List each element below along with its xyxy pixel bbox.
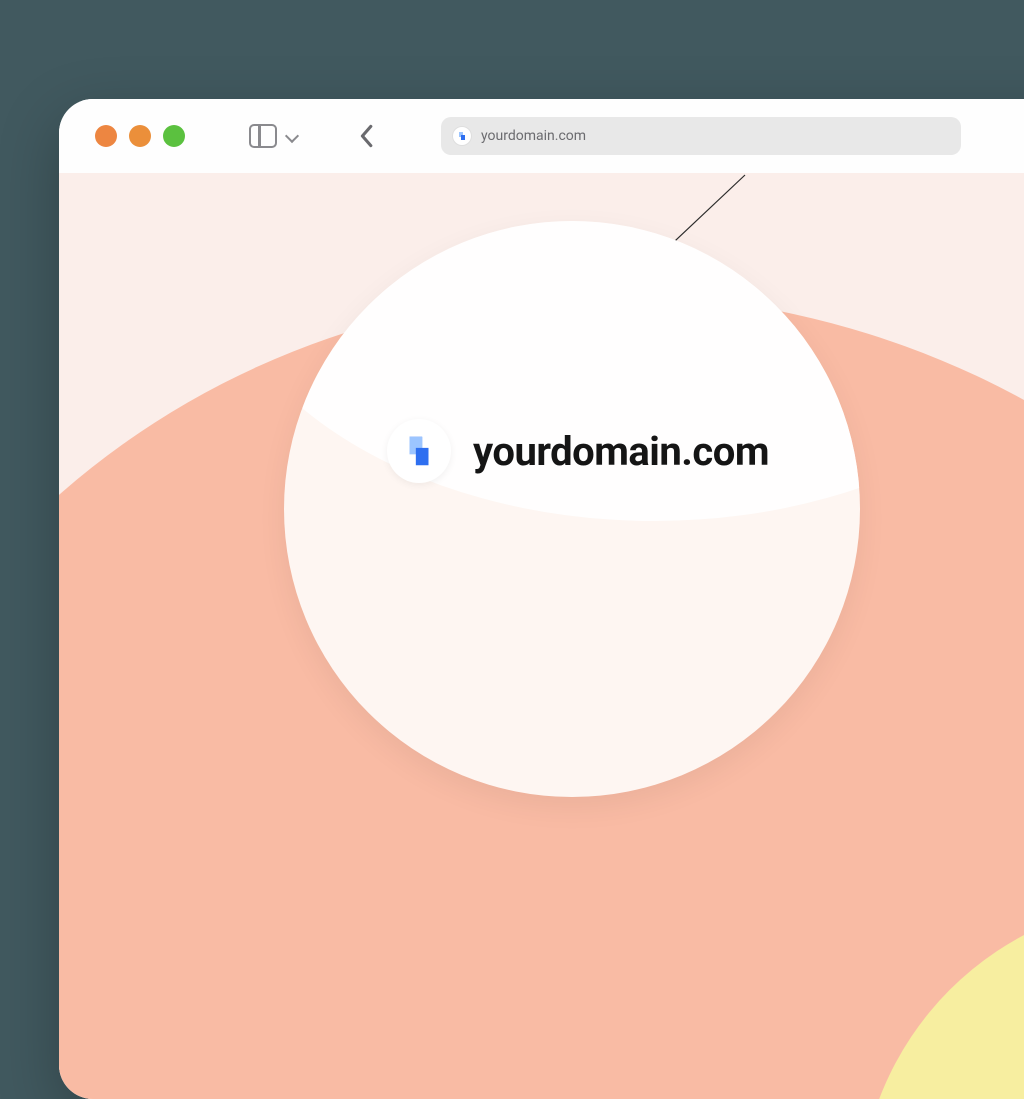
- close-window-button[interactable]: [95, 125, 117, 147]
- callout-domain-text: yourdomain.com: [473, 428, 769, 475]
- address-bar-url: yourdomain.com: [481, 128, 586, 144]
- sidebar-toggle-group[interactable]: [241, 116, 309, 156]
- address-bar[interactable]: yourdomain.com: [441, 117, 961, 155]
- window-controls: [95, 125, 185, 147]
- browser-window: yourdomain.com yourdomain.com: [59, 99, 1024, 1099]
- chevron-left-icon: [358, 124, 374, 148]
- favicon-icon: [453, 127, 471, 145]
- page-content: yourdomain.com: [59, 173, 1024, 1099]
- minimize-window-button[interactable]: [129, 125, 151, 147]
- maximize-window-button[interactable]: [163, 125, 185, 147]
- browser-toolbar: yourdomain.com: [59, 99, 1024, 173]
- chevron-down-icon: [285, 129, 299, 143]
- magnified-callout: yourdomain.com: [284, 221, 860, 797]
- favicon-large-icon: [387, 419, 451, 483]
- sidebar-icon: [249, 124, 277, 148]
- back-button[interactable]: [349, 119, 383, 153]
